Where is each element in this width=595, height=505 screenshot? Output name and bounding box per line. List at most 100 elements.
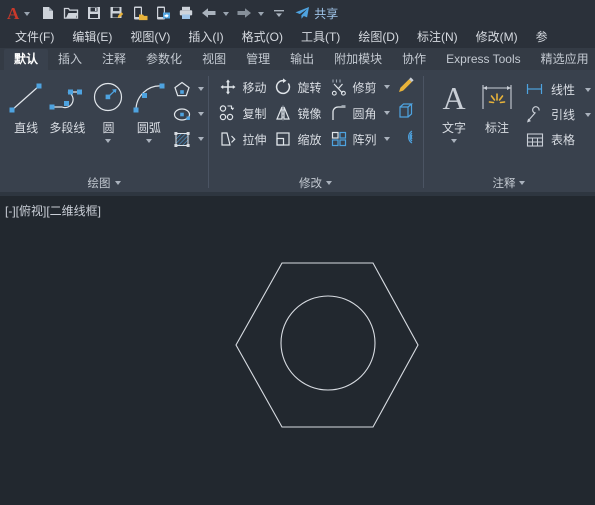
menu-item-draw[interactable]: 绘图(D) xyxy=(349,26,408,48)
application-menu-button[interactable]: A xyxy=(4,5,33,22)
chevron-down-icon[interactable] xyxy=(24,12,31,16)
share-plane-icon xyxy=(295,7,310,19)
draw-polygon-dropdown-icon[interactable] xyxy=(197,87,204,91)
open-folder-icon[interactable] xyxy=(60,2,82,24)
draw-polyline-button[interactable]: 多段线 xyxy=(46,76,88,136)
match-properties-button[interactable] xyxy=(393,74,419,100)
menu-item-modify[interactable]: 修改(M) xyxy=(467,26,527,48)
modify-panel-expand-icon[interactable] xyxy=(325,181,332,185)
new-file-icon[interactable] xyxy=(37,2,59,24)
ribbon-tab-addins[interactable]: 附加模块 xyxy=(324,49,392,70)
draw-ellipse-button[interactable] xyxy=(169,103,204,125)
modify-trim-button[interactable]: 修剪 xyxy=(325,74,393,100)
dimension-icon xyxy=(478,78,516,118)
annotation-panel-title-row[interactable]: 注释 xyxy=(423,174,595,192)
draw-hatch-dropdown-icon[interactable] xyxy=(197,137,204,141)
save-icon[interactable] xyxy=(83,2,105,24)
modify-panel-title-row[interactable]: 修改 xyxy=(208,174,422,192)
hexagon[interactable] xyxy=(235,262,419,428)
table-icon xyxy=(523,129,547,151)
print-icon[interactable] xyxy=(175,2,197,24)
extrude-icon xyxy=(396,101,416,126)
draw-circle-dropdown-icon[interactable] xyxy=(105,139,112,143)
undo-dropdown-icon[interactable] xyxy=(223,12,230,16)
undo-icon[interactable] xyxy=(198,2,220,24)
draw-arc-button[interactable]: 圆弧 xyxy=(129,76,169,143)
draw-panel-title-row[interactable]: 绘图 xyxy=(0,174,208,192)
ribbon-tab-annotate[interactable]: 注释 xyxy=(92,49,136,70)
export-icon[interactable] xyxy=(129,2,151,24)
circle[interactable] xyxy=(280,295,376,391)
modify-stretch-button[interactable]: 拉伸 xyxy=(214,126,269,152)
ribbon-tab-manage[interactable]: 管理 xyxy=(236,49,280,70)
trim-icon xyxy=(328,76,350,98)
annotation-text-dropdown-icon[interactable] xyxy=(450,139,457,143)
ribbon-tab-view[interactable]: 视图 xyxy=(192,49,236,70)
annotation-text-button[interactable]: A 文字 xyxy=(433,76,475,143)
ribbon-tab-parametric[interactable]: 参数化 xyxy=(136,49,192,70)
annotation-table-label: 表格 xyxy=(550,133,575,147)
mirror-icon xyxy=(272,102,294,124)
cloud-save-icon[interactable] xyxy=(152,2,174,24)
modify-rotate-button[interactable]: 旋转 xyxy=(269,74,324,100)
ribbon-tab-express-tools[interactable]: Express Tools xyxy=(436,49,530,70)
modify-fillet-dropdown-icon[interactable] xyxy=(383,111,390,115)
annotation-linear-dropdown-icon[interactable] xyxy=(585,87,591,92)
drawing-canvas[interactable]: [-][俯视][二维线框] xyxy=(0,196,595,505)
draw-panel-title: 绘图 xyxy=(87,178,111,190)
modify-move-button[interactable]: 移动 xyxy=(214,74,269,100)
extrude-button[interactable] xyxy=(393,100,419,126)
annotation-linear-label: 线性 xyxy=(550,83,575,97)
draw-line-button[interactable]: 直线 xyxy=(6,76,46,136)
annotation-rows: 线性 引线 表格 xyxy=(519,76,591,152)
modify-mirror-button[interactable]: 镜像 xyxy=(269,100,324,126)
menu-item-file[interactable]: 文件(F) xyxy=(6,26,63,48)
menu-item-tools[interactable]: 工具(T) xyxy=(292,26,349,48)
annotation-text-label: 文字 xyxy=(441,121,466,135)
draw-panel-expand-icon[interactable] xyxy=(114,181,121,185)
modify-array-dropdown-icon[interactable] xyxy=(383,137,390,141)
ribbon-tab-featured-apps[interactable]: 精选应用 xyxy=(531,49,595,70)
menu-item-parametric[interactable]: 参 xyxy=(527,26,557,48)
draw-ellipse-dropdown-icon[interactable] xyxy=(197,112,204,116)
annotation-table-button[interactable]: 表格 xyxy=(523,127,591,152)
linear-dimension-icon xyxy=(523,79,547,101)
menu-item-format[interactable]: 格式(O) xyxy=(233,26,292,48)
ribbon-tab-insert[interactable]: 插入 xyxy=(48,49,92,70)
redo-icon[interactable] xyxy=(233,2,255,24)
annotation-dimension-button[interactable]: 标注 xyxy=(475,76,519,136)
fillet-icon xyxy=(328,102,350,124)
annotation-panel-expand-icon[interactable] xyxy=(519,181,526,185)
save-as-icon[interactable] xyxy=(106,2,128,24)
line-icon xyxy=(6,78,46,118)
modify-scale-button[interactable]: 缩放 xyxy=(269,126,324,152)
modify-fillet-button[interactable]: 圆角 xyxy=(325,100,393,126)
menu-item-dimension[interactable]: 标注(N) xyxy=(408,26,467,48)
draw-polygon-button[interactable] xyxy=(169,78,204,100)
modify-array-button[interactable]: 阵列 xyxy=(325,126,393,152)
menu-item-insert[interactable]: 插入(I) xyxy=(179,26,232,48)
annotation-linear-button[interactable]: 线性 xyxy=(523,77,591,102)
menu-item-edit[interactable]: 编辑(E) xyxy=(63,26,121,48)
draw-circle-button[interactable]: 圆 xyxy=(88,76,128,143)
offset-button[interactable] xyxy=(393,126,419,152)
match-properties-icon xyxy=(396,75,416,100)
ribbon-tab-home[interactable]: 默认 xyxy=(4,49,49,70)
ribbon-panel-area: 直线 多段线 圆 圆弧 绘图 移动 旋转 修剪 复制 镜像 圆角 拉伸 缩放 阵… xyxy=(0,70,595,192)
draw-hatch-button[interactable] xyxy=(169,128,204,150)
annotation-leader-button[interactable]: 引线 xyxy=(523,102,591,127)
circle-icon xyxy=(88,78,128,118)
draw-arc-dropdown-icon[interactable] xyxy=(145,139,152,143)
annotation-leader-dropdown-icon[interactable] xyxy=(585,112,591,117)
modify-row-1: 移动 旋转 修剪 xyxy=(214,74,418,100)
ribbon-tab-output[interactable]: 输出 xyxy=(280,49,324,70)
drawing-geometry xyxy=(235,262,419,428)
menu-item-view[interactable]: 视图(V) xyxy=(121,26,179,48)
customize-icon[interactable] xyxy=(268,2,290,24)
redo-dropdown-icon[interactable] xyxy=(258,12,265,16)
modify-copy-button[interactable]: 复制 xyxy=(214,100,269,126)
ribbon-tab-collaborate[interactable]: 协作 xyxy=(392,49,436,70)
modify-trim-dropdown-icon[interactable] xyxy=(383,85,390,89)
modify-move-label: 移动 xyxy=(242,80,267,95)
share-button[interactable]: 共享 xyxy=(294,5,338,22)
